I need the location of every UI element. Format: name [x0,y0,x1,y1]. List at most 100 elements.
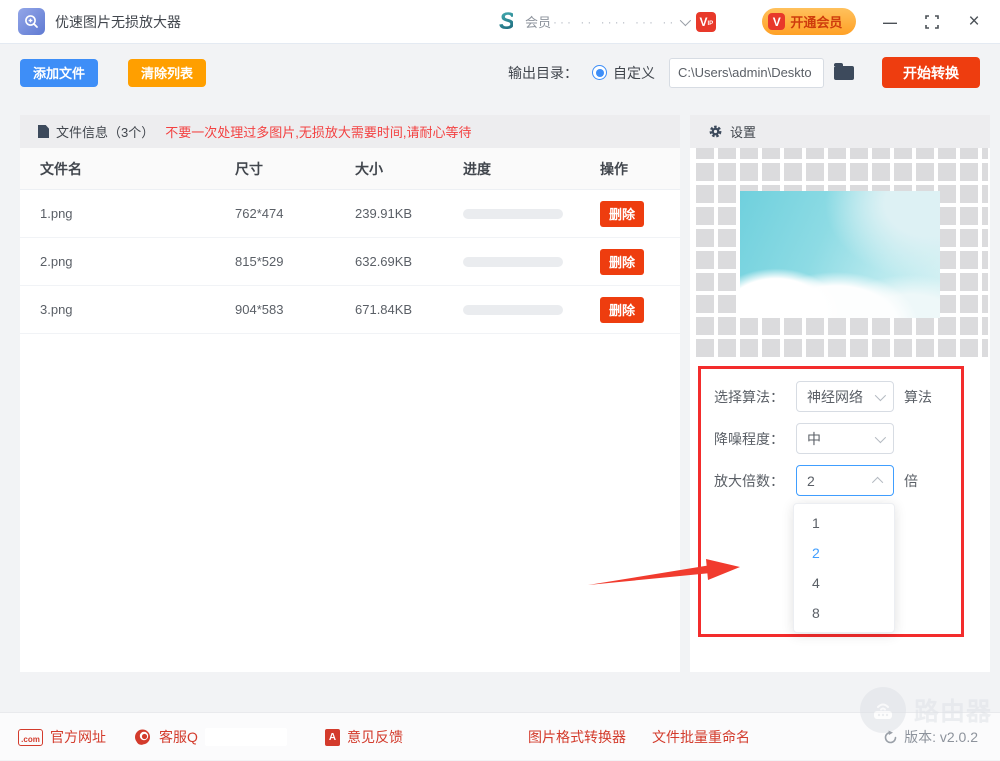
custom-dir-radio[interactable] [592,65,607,80]
transparency-checkerboard [692,148,988,361]
qq-number-redacted [204,728,287,746]
file-dims: 762*474 [235,206,284,221]
file-size: 239.91KB [355,206,413,221]
close-button[interactable]: × [966,11,982,32]
scale-value: 2 [807,472,815,489]
output-settings: 输出目录： 自定义 开始转换 [508,57,980,88]
official-site-label: 官方网址 [50,729,106,745]
scale-row: 放大倍数： 2 倍 [714,465,918,496]
official-site-link[interactable]: .com 官方网址 [18,713,106,761]
table-header: 文件名 尺寸 大小 进度 操作 [20,148,680,190]
batch-rename-link[interactable]: 文件批量重命名 [652,713,750,761]
algorithm-suffix: 算法 [904,388,932,405]
file-dims: 904*583 [235,302,284,317]
upgrade-label: 开通会员 [790,15,843,30]
denoise-row: 降噪程度： 中 [714,423,894,454]
support-qq-label: 客服Q [159,729,198,745]
denoise-value: 中 [807,430,821,447]
col-progress: 进度 [463,160,491,177]
account-area: S 会员 ··· ·· ···· ··· ·· V IP V 开通会员 [499,7,857,36]
col-action: 操作 [600,160,628,177]
file-dims: 815*529 [235,254,284,269]
col-filename: 文件名 [40,160,82,177]
app-icon [18,8,45,35]
chevron-up-icon [871,476,884,488]
minimize-button[interactable]: — [882,14,898,30]
file-name: 2.png [40,254,73,269]
option-4[interactable]: 4 [794,568,894,598]
scale-suffix: 倍 [904,472,918,489]
denoise-label: 降噪程度： [714,430,784,447]
progress-bar [463,208,563,219]
batch-rename-label: 文件批量重命名 [652,729,750,745]
table-row: 2.png 815*529 632.69KB 删除 [20,238,680,286]
app-title: 优速图片无损放大器 [55,13,181,30]
headset-icon [135,729,150,745]
table-row: 3.png 904*583 671.84KB 删除 [20,286,680,334]
file-size: 671.84KB [355,302,413,317]
chevron-down-icon [874,431,887,443]
member-label: 会员 [525,15,552,30]
preview-image-clouds [740,191,940,318]
support-qq-link[interactable]: 客服Q [133,713,287,761]
member-name-masked: ··· ·· ···· ··· ·· [553,14,677,29]
feedback-label: 意见反馈 [347,729,403,745]
algorithm-label: 选择算法： [714,388,784,405]
document-icon [38,125,49,138]
scale-label: 放大倍数： [714,472,784,489]
format-converter-label: 图片格式转换器 [528,729,626,745]
progress-bar [463,256,563,267]
feedback-link[interactable]: A 意见反馈 [325,713,403,761]
progress-bar [463,304,563,315]
algorithm-select[interactable]: 神经网络 [796,381,894,412]
window-controls: — × [882,11,982,32]
algorithm-row: 选择算法： 神经网络 算法 [714,381,932,412]
option-1[interactable]: 1 [794,508,894,538]
maximize-icon [925,14,939,29]
refresh-icon[interactable] [883,730,898,745]
maximize-button[interactable] [924,14,940,30]
custom-dir-label: 自定义 [613,64,655,81]
footer: .com 官方网址 客服Q A 意见反馈 图片格式转换器 文件批量重命名 路由器… [0,687,1000,761]
delete-button[interactable]: 删除 [600,296,645,323]
file-info-title: 文件信息（3个） [56,125,155,140]
col-size: 大小 [355,160,383,177]
version-text: 版本: v2.0.2 [904,729,978,745]
file-panel-header: 文件信息（3个） 不要一次处理过多图片,无损放大需要时间,请耐心等待 [20,115,680,148]
chevron-down-icon[interactable] [680,14,692,26]
table-row: 1.png 762*474 239.91KB 删除 [20,190,680,238]
scale-options-dropdown: 1 2 4 8 [793,503,895,633]
com-icon: .com [18,728,43,746]
version-info: 版本: v2.0.2 [883,713,978,761]
option-2-selected[interactable]: 2 [794,538,894,568]
clear-list-button[interactable]: 清除列表 [128,58,207,87]
file-name: 1.png [40,206,73,221]
add-files-button[interactable]: 添加文件 [20,58,99,87]
vip-icon: V [768,13,786,30]
output-path-input[interactable] [669,57,824,88]
feedback-icon: A [325,728,340,746]
settings-header: 设置 [690,115,990,148]
brand-logo: S [499,7,515,35]
file-list-panel: 文件信息（3个） 不要一次处理过多图片,无损放大需要时间,请耐心等待 文件名 尺… [20,115,680,672]
option-8[interactable]: 8 [794,598,894,628]
output-dir-label: 输出目录： [508,64,578,81]
scale-select[interactable]: 2 [796,465,894,496]
chevron-down-icon [874,389,887,401]
title-bar: 优速图片无损放大器 S 会员 ··· ·· ···· ··· ·· V IP V … [0,0,1000,44]
upgrade-vip-button[interactable]: V 开通会员 [762,8,857,35]
denoise-select[interactable]: 中 [796,423,894,454]
delete-button[interactable]: 删除 [600,200,645,227]
algorithm-value: 神经网络 [807,388,863,405]
start-convert-button[interactable]: 开始转换 [882,57,980,88]
vip-icon: V IP [696,11,717,32]
folder-browse-icon[interactable] [834,62,854,80]
warning-text: 不要一次处理过多图片,无损放大需要时间,请耐心等待 [165,125,472,140]
col-dimensions: 尺寸 [235,160,263,177]
settings-title: 设置 [730,125,757,140]
file-size: 632.69KB [355,254,413,269]
delete-button[interactable]: 删除 [600,248,645,275]
file-name: 3.png [40,302,73,317]
toolbar: 添加文件 清除列表 输出目录： 自定义 开始转换 [0,45,1000,100]
format-converter-link[interactable]: 图片格式转换器 [528,713,626,761]
